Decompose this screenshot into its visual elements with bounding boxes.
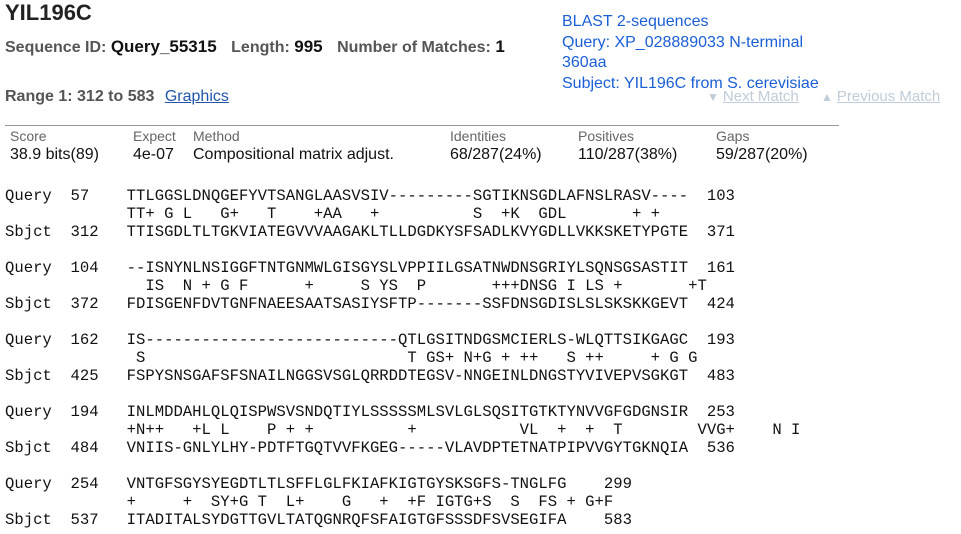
stat-label: Expect — [133, 128, 176, 144]
alignment-block: Query 162 IS---------------------------Q… — [5, 331, 800, 385]
stat-value: 38.9 bits(89) — [10, 146, 99, 163]
graphics-link[interactable]: Graphics — [165, 88, 229, 105]
stat-gaps: Gaps 59/287(20%) — [716, 128, 808, 164]
sequence-info: Sequence ID: Query_55315 Length: 995 Num… — [5, 37, 515, 57]
stat-value: Compositional matrix adjust. — [193, 146, 394, 163]
stat-positives: Positives 110/287(38%) — [578, 128, 677, 164]
blast-info-line: 360aa — [562, 54, 607, 71]
sbjct-line: Sbjct 484 VNIIS-GNLYLHY-PDTFTGQTVVFKGEG-… — [5, 439, 735, 457]
length-value: 995 — [294, 37, 323, 56]
stat-label: Identities — [450, 128, 507, 144]
sbjct-line: Sbjct 537 ITADITALSYDGTTGVLTATQGNRQFSFAI… — [5, 511, 632, 529]
stat-value: 4e-07 — [133, 146, 174, 163]
match-line: S T GS+ N+G + ++ S ++ + G G — [5, 349, 698, 367]
stat-expect: Expect 4e-07 — [133, 128, 176, 164]
query-line: Query 57 TTLGGSLDNQGEFYVTSANGLAASVSIV---… — [5, 187, 735, 205]
query-line: Query 104 --ISNYNLNSIGGFTNTGNMWLGISGYSLV… — [5, 259, 735, 277]
previous-match-label: Previous Match — [836, 88, 941, 105]
query-line: Query 162 IS---------------------------Q… — [5, 331, 735, 349]
alignment-block: Query 57 TTLGGSLDNQGEFYVTSANGLAASVSIV---… — [5, 187, 800, 241]
stat-label: Score — [10, 128, 47, 144]
stat-value: 59/287(20%) — [716, 146, 808, 163]
match-line: TT+ G L G+ T +AA + S +K GDL + + — [5, 205, 661, 223]
length-label: Length: — [231, 39, 290, 56]
stat-score: Score 38.9 bits(89) — [10, 128, 99, 164]
page-title: YIL196C — [5, 0, 92, 25]
match-line: + + SY+G T L+ G + +F IGTG+S S FS + G+F — [5, 493, 614, 511]
stat-label: Gaps — [716, 128, 750, 144]
query-line: Query 254 VNTGFSGYSYEGDTLTLSFFLGLFKIAFKI… — [5, 475, 632, 493]
sequence-id-value: Query_55315 — [110, 37, 217, 56]
stat-identities: Identities 68/287(24%) — [450, 128, 542, 164]
range-text: Range 1: 312 to 583 — [5, 88, 155, 105]
alignment-block: Query 254 VNTGFSGYSYEGDTLTLSFFLGLFKIAFKI… — [5, 475, 800, 529]
matches-value: 1 — [495, 37, 505, 56]
blast-info: BLAST 2-sequences Query: XP_028889033 N-… — [562, 12, 819, 94]
alignment-block: Query 194 INLMDDAHLQLQISPWSVSNDQTIYLSSSS… — [5, 403, 800, 457]
query-line: Query 194 INLMDDAHLQLQISPWSVSNDQTIYLSSSS… — [5, 403, 735, 421]
sbjct-line: Sbjct 372 FDISGENFDVTGNFNAEESAATSASIYSFT… — [5, 295, 735, 313]
alignment-block: Query 104 --ISNYNLNSIGGFTNTGNMWLGISGYSLV… — [5, 259, 800, 313]
previous-match-link[interactable]: ▲ Previous Match — [821, 88, 940, 105]
blast-info-line: Query: XP_028889033 N-terminal — [562, 33, 804, 51]
divider — [5, 125, 839, 126]
next-match-label: Next Match — [722, 88, 799, 105]
sbjct-line: Sbjct 312 TTISGDLTLTGKVIATEGVVVAAGAKLTLL… — [5, 223, 735, 241]
down-arrow-icon: ▼ — [707, 90, 719, 104]
stat-label: Method — [193, 128, 240, 144]
matches-label: Number of Matches: — [337, 39, 491, 56]
stat-method: Method Compositional matrix adjust. — [193, 128, 394, 164]
stat-value: 110/287(38%) — [578, 146, 678, 163]
match-line: +N++ +L L P + + + VL + + T VVG+ N I — [5, 421, 801, 439]
blast-info-line: BLAST 2-sequences — [562, 13, 709, 30]
sequence-id-label: Sequence ID: — [5, 39, 107, 56]
match-line: IS N + G F + S YS P +++DNSG I LS + +T — [5, 277, 707, 295]
range-line: Range 1: 312 to 583 Graphics — [5, 88, 229, 106]
up-arrow-icon: ▲ — [821, 90, 833, 104]
stat-value: 68/287(24%) — [450, 146, 542, 163]
alignment: Query 57 TTLGGSLDNQGEFYVTSANGLAASVSIV---… — [5, 187, 800, 529]
next-match-link[interactable]: ▼ Next Match — [707, 88, 799, 105]
stat-label: Positives — [578, 128, 635, 144]
sbjct-line: Sbjct 425 FSPYSNSGAFSFSNAILNGGSVSGLQRRDD… — [5, 367, 735, 385]
